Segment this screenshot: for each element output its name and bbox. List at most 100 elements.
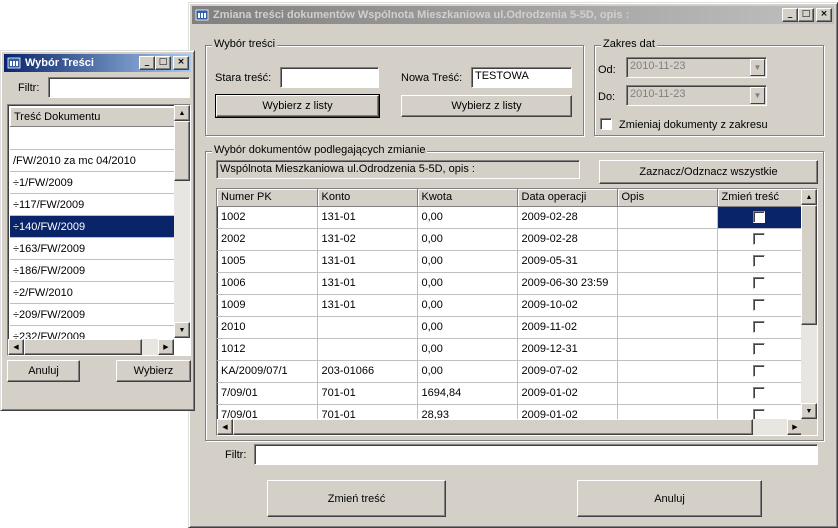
list-vertical-scrollbar[interactable]: ▲ ▼: [174, 105, 190, 338]
change-content-cell: [717, 382, 802, 405]
toggle-all-button[interactable]: Zaznacz/Odznacz wszystkie: [599, 160, 818, 184]
picker-filter-input[interactable]: [48, 77, 190, 98]
table-row[interactable]: 1012 0,00 2009-12-31: [217, 338, 802, 361]
list-item[interactable]: ÷2/FW/2010: [10, 282, 174, 304]
content-list-header[interactable]: Treść Dokumentu: [10, 107, 174, 127]
change-content-checkbox[interactable]: [753, 321, 765, 334]
date-range-checkbox-label: Zmieniaj dokumenty z zakresu: [619, 119, 768, 131]
scroll-down-icon[interactable]: ▼: [174, 322, 190, 338]
date-range-checkbox[interactable]: [600, 118, 612, 130]
list-item[interactable]: ÷186/FW/2009: [10, 260, 174, 282]
table-row[interactable]: 2002 131-02 0,00 2009-02-28: [217, 228, 802, 251]
change-content-checkbox[interactable]: [753, 299, 765, 312]
table-cell: 1694,84: [417, 382, 518, 405]
grid-vscroll-thumb[interactable]: [801, 205, 817, 325]
content-group-title: Wybór treści: [212, 38, 278, 50]
list-item[interactable]: ÷163/FW/2009: [10, 238, 174, 260]
table-cell: [617, 360, 718, 383]
list-vscroll-thumb[interactable]: [174, 121, 190, 181]
list-item[interactable]: [10, 128, 174, 150]
scroll-left-icon[interactable]: ◀: [8, 339, 24, 355]
table-row[interactable]: 1002 131-01 0,00 2009-02-28: [217, 206, 802, 229]
table-cell: 1005: [217, 250, 318, 273]
table-row[interactable]: 7/09/01 701-01 1694,84 2009-01-02: [217, 382, 802, 405]
table-row[interactable]: 2010 0,00 2009-11-02: [217, 316, 802, 339]
table-cell: [617, 250, 718, 273]
change-content-checkbox[interactable]: [753, 211, 765, 224]
close-button[interactable]: ×: [173, 56, 189, 70]
date-to-value: 2010-11-23: [630, 88, 686, 100]
change-content-checkbox[interactable]: [753, 277, 765, 290]
maximize-button[interactable]: □: [798, 8, 814, 22]
list-horizontal-scrollbar[interactable]: ◀ ▶: [8, 339, 174, 355]
chevron-down-icon[interactable]: ▼: [750, 87, 765, 104]
column-header[interactable]: Data operacji: [517, 189, 618, 207]
change-content-checkbox[interactable]: [753, 365, 765, 378]
chevron-down-icon[interactable]: ▼: [750, 59, 765, 76]
content-picker-window: Wybór Treści _ □ × Filtr: Treść Dokument…: [0, 50, 195, 411]
table-cell: 131-01: [317, 294, 418, 317]
table-cell: 0,00: [417, 360, 518, 383]
date-from-picker[interactable]: 2010-11-23 ▼: [626, 57, 767, 78]
content-picker-titlebar[interactable]: Wybór Treści _ □ ×: [4, 54, 191, 72]
table-cell: [617, 382, 718, 405]
minimize-button[interactable]: _: [139, 56, 155, 70]
table-row[interactable]: 1005 131-01 0,00 2009-05-31: [217, 250, 802, 273]
pick-new-content-button[interactable]: Wybierz z listy: [401, 95, 572, 117]
list-item[interactable]: /FW/2010 za mc 04/2010: [10, 150, 174, 172]
table-cell: 2009-01-02: [517, 382, 618, 405]
date-to-picker[interactable]: 2010-11-23 ▼: [626, 85, 767, 106]
table-cell: 131-01: [317, 250, 418, 273]
close-button[interactable]: ×: [816, 8, 832, 22]
picker-cancel-button[interactable]: Anuluj: [7, 360, 80, 382]
table-cell: [617, 316, 718, 339]
list-item[interactable]: ÷117/FW/2009: [10, 194, 174, 216]
grid-vertical-scrollbar[interactable]: ▲ ▼: [801, 189, 817, 419]
main-window: Zmiana treści dokumentów Wspólnota Miesz…: [188, 2, 838, 528]
column-header[interactable]: Zmień treść: [717, 189, 802, 207]
old-content-input[interactable]: [280, 67, 379, 88]
content-picker-title: Wybór Treści: [25, 57, 94, 69]
main-filter-input[interactable]: [254, 444, 818, 465]
scroll-corner: [801, 419, 817, 435]
picker-select-button[interactable]: Wybierz: [116, 360, 191, 382]
change-content-checkbox[interactable]: [753, 233, 765, 246]
table-cell: [317, 316, 418, 339]
list-item[interactable]: ÷1/FW/2009: [10, 172, 174, 194]
pick-old-content-button[interactable]: Wybierz z listy: [215, 94, 380, 118]
scroll-down-icon[interactable]: ▼: [801, 403, 817, 419]
scroll-right-icon[interactable]: ▶: [158, 339, 174, 355]
main-cancel-button[interactable]: Anuluj: [577, 480, 762, 517]
table-row[interactable]: 1009 131-01 0,00 2009-10-02: [217, 294, 802, 317]
list-hscroll-thumb[interactable]: [24, 339, 142, 355]
table-row[interactable]: KA/2009/07/1 203-01066 0,00 2009-07-02: [217, 360, 802, 383]
column-header[interactable]: Numer PK: [217, 189, 318, 207]
column-header[interactable]: Kwota: [417, 189, 518, 207]
table-cell: KA/2009/07/1: [217, 360, 318, 383]
list-item[interactable]: ÷140/FW/2009: [10, 216, 174, 238]
content-list-header-label: Treść Dokumentu: [14, 111, 101, 123]
scroll-left-icon[interactable]: ◀: [217, 419, 233, 435]
minimize-button[interactable]: _: [782, 8, 798, 22]
change-content-button[interactable]: Zmień treść: [267, 480, 446, 517]
change-content-checkbox[interactable]: [753, 343, 765, 356]
documents-table: Numer PK Konto Kwota Data operacji Opis Zmień…: [217, 189, 802, 427]
column-header[interactable]: Opis: [617, 189, 718, 207]
column-header[interactable]: Konto: [317, 189, 418, 207]
new-content-input[interactable]: TESTOWA: [471, 67, 572, 88]
table-row[interactable]: 1006 131-01 0,00 2009-06-30 23:59: [217, 272, 802, 295]
table-cell: 2009-07-02: [517, 360, 618, 383]
scroll-up-icon[interactable]: ▲: [801, 189, 817, 205]
table-cell: 2009-02-28: [517, 206, 618, 229]
maximize-button[interactable]: □: [155, 56, 171, 70]
change-content-cell: [717, 206, 802, 229]
table-cell: 2009-12-31: [517, 338, 618, 361]
main-window-titlebar[interactable]: Zmiana treści dokumentów Wspólnota Miesz…: [192, 6, 834, 24]
list-item[interactable]: ÷209/FW/2009: [10, 304, 174, 326]
grid-hscroll-thumb[interactable]: [233, 419, 753, 435]
grid-horizontal-scrollbar[interactable]: ◀ ▶: [217, 419, 803, 435]
scroll-up-icon[interactable]: ▲: [174, 105, 190, 121]
app-icon: [7, 57, 21, 69]
change-content-checkbox[interactable]: [753, 387, 765, 400]
change-content-checkbox[interactable]: [753, 255, 765, 268]
